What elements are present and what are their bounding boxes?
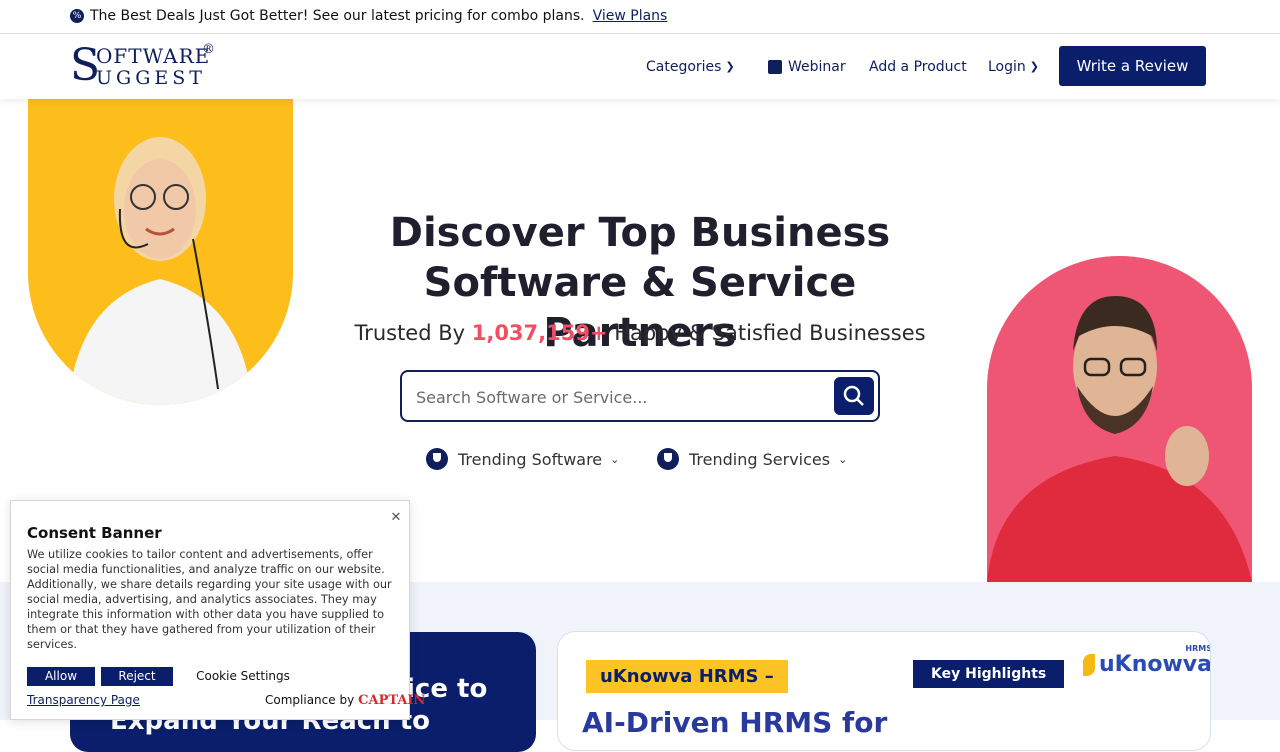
chevron-down-icon: ❯ xyxy=(725,60,735,73)
nav-webinar[interactable]: Webinar xyxy=(768,34,846,99)
business-count: 1,037,159+ xyxy=(471,321,608,345)
trophy-icon xyxy=(426,448,448,470)
uknowva-logo: uKnowva HRMS xyxy=(1083,644,1210,677)
medal-icon xyxy=(657,448,679,470)
consent-body: We utilize cookies to tailor content and… xyxy=(27,548,392,651)
close-icon[interactable]: ✕ xyxy=(389,511,403,525)
uknowva-subtitle: AI-Driven HRMS for xyxy=(582,706,888,739)
cookie-settings-button[interactable]: Cookie Settings xyxy=(191,667,295,686)
nav-categories[interactable]: Categories ❯ xyxy=(646,34,735,99)
hero-subtitle: Trusted By 1,037,159+ Happy & Satisfied … xyxy=(354,321,926,345)
consent-banner: ✕ Consent Banner We utilize cookies to t… xyxy=(10,500,425,720)
woman-with-headset-illustration xyxy=(68,137,253,405)
site-header: S OFTWARE UGGEST ® Categories ❯ Webinar … xyxy=(0,34,1280,99)
search-icon xyxy=(843,385,864,406)
compliance-by: Compliance by CAPTAIN xyxy=(265,693,426,708)
transparency-page-link[interactable]: Transparency Page xyxy=(27,693,140,707)
man-ok-gesture-illustration xyxy=(987,296,1252,582)
view-plans-link[interactable]: View Plans xyxy=(593,8,668,24)
key-highlights-badge: Key Highlights xyxy=(913,660,1065,688)
chevron-down-icon: ⌄ xyxy=(838,452,848,466)
promo-card-uknowva[interactable]: uKnowva HRMS – AI-Driven HRMS for Key Hi… xyxy=(557,631,1211,751)
trending-software-dropdown[interactable]: Trending Software ⌄ xyxy=(426,448,619,470)
promo-text: The Best Deals Just Got Better! See our … xyxy=(90,8,585,24)
reject-button[interactable]: Reject xyxy=(101,667,173,686)
hero-image-woman xyxy=(28,99,293,405)
nav-add-product[interactable]: Add a Product xyxy=(869,34,967,99)
leaf-icon xyxy=(1083,654,1095,676)
promo-bar: % The Best Deals Just Got Better! See ou… xyxy=(0,0,1280,34)
hero-image-man xyxy=(987,256,1252,582)
write-review-button[interactable]: Write a Review xyxy=(1059,46,1206,86)
trending-services-dropdown[interactable]: Trending Services ⌄ xyxy=(657,448,847,470)
chevron-down-icon: ⌄ xyxy=(610,452,620,466)
consent-title: Consent Banner xyxy=(27,524,162,542)
allow-button[interactable]: Allow xyxy=(27,667,95,686)
captain-logo: CAPTAIN xyxy=(358,693,426,708)
chevron-down-icon: ❯ xyxy=(1029,60,1039,73)
nav-login[interactable]: Login ❯ xyxy=(988,34,1039,99)
softwaresuggest-logo[interactable]: S OFTWARE UGGEST ® xyxy=(70,42,220,92)
search-button[interactable] xyxy=(834,377,874,415)
search-box xyxy=(400,370,880,422)
percent-badge-icon: % xyxy=(70,9,84,23)
search-input[interactable] xyxy=(416,384,826,410)
uknowva-title: uKnowva HRMS – xyxy=(586,660,788,693)
webinar-icon xyxy=(768,59,782,74)
